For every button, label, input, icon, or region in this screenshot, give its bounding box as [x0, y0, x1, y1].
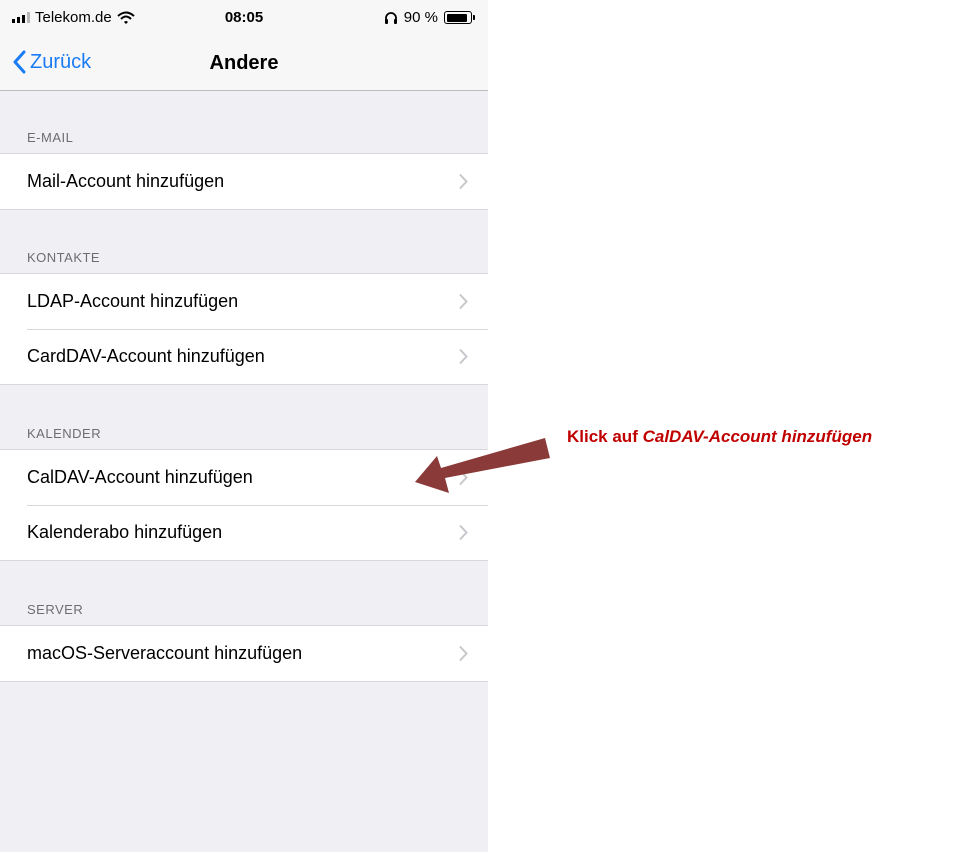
row-label: CardDAV-Account hinzufügen — [27, 346, 265, 366]
section-header-contacts: KONTAKTE — [27, 250, 101, 265]
row-label: Kalenderabo hinzufügen — [27, 522, 223, 542]
row-calendar-subscription[interactable]: Kalenderabo hinzufügen — [0, 505, 488, 560]
group-server: macOS-Serveraccount hinzufügen — [0, 625, 488, 682]
annotation-prefix: Klick auf — [567, 427, 643, 446]
chevron-right-icon — [459, 348, 468, 365]
chevron-right-icon — [459, 645, 468, 662]
chevron-right-icon — [459, 293, 468, 310]
row-macos-server-account[interactable]: macOS-Serveraccount hinzufügen — [0, 626, 488, 681]
section-header-email: E-MAIL — [27, 130, 74, 145]
annotation-target: CalDAV-Account hinzufügen — [642, 427, 873, 446]
headphones-icon — [384, 12, 397, 24]
row-label: CalDAV-Account hinzufügen — [27, 467, 253, 487]
annotation-text: Klick auf CalDAV-Account hinzufügen — [567, 427, 872, 447]
battery-icon — [444, 11, 475, 24]
group-email: Mail-Account hinzufügen — [0, 153, 488, 210]
row-carddav-account[interactable]: CardDAV-Account hinzufügen — [0, 329, 488, 384]
chevron-right-icon — [459, 173, 468, 190]
row-mail-account[interactable]: Mail-Account hinzufügen — [0, 154, 488, 209]
row-label: macOS-Serveraccount hinzufügen — [27, 643, 303, 663]
battery-percent: 90 % — [403, 9, 438, 26]
section-header-server: SERVER — [27, 602, 84, 617]
group-contacts: LDAP-Account hinzufügen CardDAV-Account … — [0, 273, 488, 385]
row-label: Mail-Account hinzufügen — [27, 171, 225, 191]
chevron-right-icon — [459, 524, 468, 541]
page-title: Andere — [209, 52, 279, 74]
navigation-bar: Zurück Andere — [0, 38, 488, 91]
status-bar: Telekom.de 08:05 90 % — [0, 0, 488, 38]
arrow-icon — [415, 438, 550, 493]
row-ldap-account[interactable]: LDAP-Account hinzufügen — [0, 274, 488, 329]
row-label: LDAP-Account hinzufügen — [27, 291, 239, 311]
section-header-calendar: KALENDER — [27, 426, 102, 441]
